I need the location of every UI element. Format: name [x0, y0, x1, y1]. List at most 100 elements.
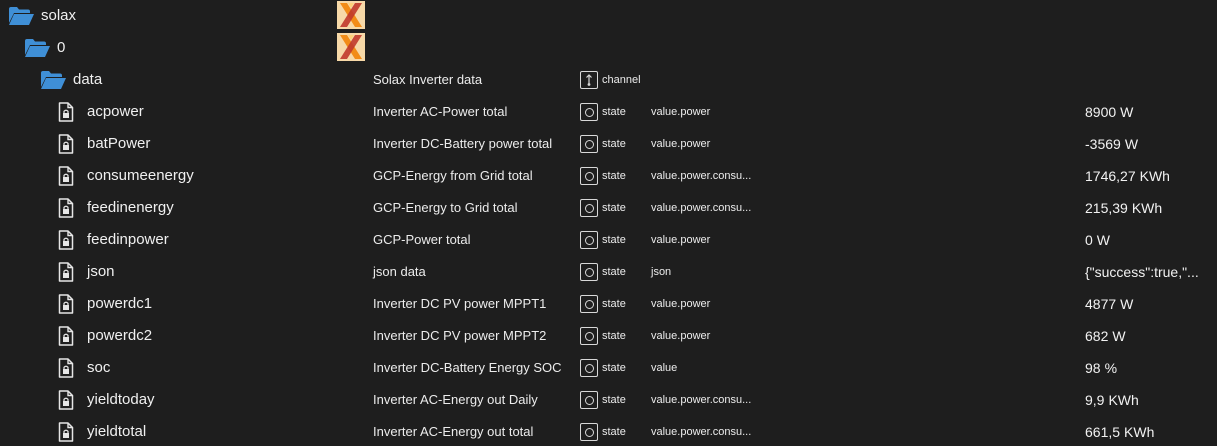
object-name: json: [87, 263, 115, 280]
tree-row-powerdc2[interactable]: powerdc2 Inverter DC PV power MPPT2 state v…: [0, 320, 1217, 352]
object-role: json: [651, 266, 672, 278]
object-name: data: [73, 71, 103, 88]
object-role: value: [651, 362, 678, 374]
value-number: 215,39: [1085, 200, 1128, 216]
value-number: 4877: [1085, 296, 1117, 312]
object-description: Inverter DC PV power MPPT1: [373, 296, 547, 311]
object-type: state: [602, 234, 626, 246]
object-role: value.power.consu...: [651, 426, 752, 438]
object-description: Inverter AC-Energy out Daily: [373, 392, 538, 407]
tree-row-data[interactable]: data Solax Inverter data channel: [0, 64, 1217, 96]
object-value[interactable]: 682 W: [1085, 320, 1215, 352]
object-description: Solax Inverter data: [373, 72, 483, 87]
object-value[interactable]: 215,39 KWh: [1085, 192, 1215, 224]
file-lock-icon[interactable]: [58, 320, 74, 352]
value-unit: W: [1120, 104, 1134, 120]
object-description: json data: [373, 264, 426, 279]
object-name: solax: [41, 7, 77, 24]
tree-row-feedinpower[interactable]: feedinpower GCP-Power total state value.pow…: [0, 224, 1217, 256]
object-value[interactable]: {"success":true,"...: [1085, 256, 1215, 288]
file-lock-icon[interactable]: [58, 192, 74, 224]
object-role: value.power: [651, 330, 711, 342]
object-type: state: [602, 202, 626, 214]
object-role: value.power: [651, 234, 711, 246]
file-lock-icon[interactable]: [58, 288, 74, 320]
value-number: 98: [1085, 360, 1101, 376]
value-unit: W: [1096, 232, 1111, 248]
state-icon: [580, 263, 598, 281]
object-value[interactable]: -3569 W: [1085, 128, 1215, 160]
object-value[interactable]: 661,5 KWh: [1085, 416, 1215, 446]
object-value[interactable]: 8900 W: [1085, 96, 1215, 128]
object-type: state: [602, 170, 626, 182]
object-description: Inverter AC-Power total: [373, 104, 508, 119]
tree-row-feedinenergy[interactable]: feedinenergy GCP-Energy to Grid total stat…: [0, 192, 1217, 224]
object-description: GCP-Power total: [373, 232, 471, 247]
value-number: 682: [1085, 328, 1109, 344]
folder-open-icon[interactable]: [24, 32, 51, 64]
state-icon: [580, 135, 598, 153]
object-name: feedinpower: [87, 231, 169, 248]
file-lock-icon[interactable]: [58, 352, 74, 384]
object-name: 0: [57, 39, 66, 56]
state-icon: [580, 167, 598, 185]
object-type: state: [602, 266, 626, 278]
file-lock-icon[interactable]: [58, 224, 74, 256]
object-name: feedinenergy: [87, 199, 174, 216]
object-role: value.power: [651, 138, 711, 150]
folder-open-icon[interactable]: [40, 64, 67, 96]
state-icon: [580, 295, 598, 313]
value-unit: W: [1112, 328, 1126, 344]
file-lock-icon[interactable]: [58, 160, 74, 192]
folder-open-icon[interactable]: [8, 0, 35, 32]
object-type: state: [602, 298, 626, 310]
object-name: acpower: [87, 103, 144, 120]
file-lock-icon[interactable]: [58, 128, 74, 160]
object-value[interactable]: 98%: [1085, 352, 1215, 384]
object-role: value.power.consu...: [651, 170, 752, 182]
solax-logo-icon: [337, 33, 365, 61]
object-value[interactable]: 4877 W: [1085, 288, 1215, 320]
object-type: state: [602, 138, 626, 150]
file-lock-icon[interactable]: [58, 96, 74, 128]
tree-row-consumeenergy[interactable]: consumeenergy GCP-Energy from Grid total s…: [0, 160, 1217, 192]
value-unit: W: [1120, 296, 1134, 312]
object-type: state: [602, 394, 626, 406]
tree-row-solax[interactable]: solax: [0, 0, 1217, 32]
object-tree: solax 0 data Solax Inverter data channel: [0, 0, 1217, 446]
tree-row-json[interactable]: json json data state json {"success":true,".…: [0, 256, 1217, 288]
object-type: state: [602, 362, 626, 374]
value-unit: KWh: [1124, 424, 1155, 440]
value-unit: W: [1124, 136, 1139, 152]
tree-row-yieldtotal[interactable]: yieldtotal Inverter AC-Energy out total st…: [0, 416, 1217, 446]
object-value[interactable]: 1746,27 KWh: [1085, 160, 1215, 192]
object-name: powerdc2: [87, 327, 153, 344]
value-unit: KWh: [1108, 392, 1139, 408]
object-type: state: [602, 106, 626, 118]
tree-row-soc[interactable]: soc Inverter DC-Battery Energy SOC state va…: [0, 352, 1217, 384]
solax-logo-icon: [337, 1, 365, 29]
tree-row-powerdc1[interactable]: powerdc1 Inverter DC PV power MPPT1 state v…: [0, 288, 1217, 320]
object-name: consumeenergy: [87, 167, 194, 184]
tree-row-batpower[interactable]: batPower Inverter DC-Battery power total s…: [0, 128, 1217, 160]
channel-icon: [580, 71, 598, 89]
state-icon: [580, 391, 598, 409]
object-description: GCP-Energy to Grid total: [373, 200, 518, 215]
object-value[interactable]: 9,9 KWh: [1085, 384, 1215, 416]
value-number: {"success":true,"...: [1085, 264, 1199, 280]
file-lock-icon[interactable]: [58, 384, 74, 416]
object-type: channel: [602, 74, 641, 86]
object-description: GCP-Energy from Grid total: [373, 168, 533, 183]
tree-row-acpower[interactable]: acpower Inverter AC-Power total state value…: [0, 96, 1217, 128]
tree-row-yieldtoday[interactable]: yieldtoday Inverter AC-Energy out Daily st…: [0, 384, 1217, 416]
file-lock-icon[interactable]: [58, 416, 74, 446]
object-value[interactable]: 0W: [1085, 224, 1215, 256]
object-name: soc: [87, 359, 111, 376]
object-name: yieldtotal: [87, 423, 147, 440]
object-name: powerdc1: [87, 295, 153, 312]
file-lock-icon[interactable]: [58, 256, 74, 288]
object-name: yieldtoday: [87, 391, 155, 408]
tree-row-0[interactable]: 0: [0, 32, 1217, 64]
value-unit: KWh: [1131, 200, 1163, 216]
object-role: value.power.consu...: [651, 394, 752, 406]
